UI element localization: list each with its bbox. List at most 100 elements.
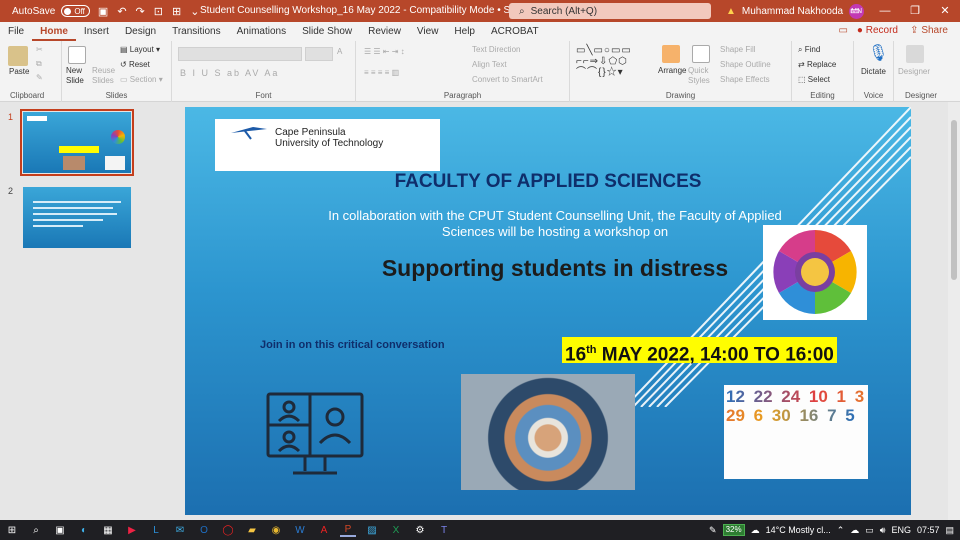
quick-styles-icon[interactable] — [692, 45, 710, 63]
find-button[interactable]: ⌕ Find — [798, 45, 820, 55]
record-button[interactable]: ● Record — [857, 25, 898, 36]
grow-font-icon[interactable]: A — [337, 47, 342, 56]
tab-transitions[interactable]: Transitions — [164, 26, 229, 37]
designer-button[interactable]: Designer — [898, 67, 930, 76]
minimize-icon[interactable]: — — [870, 0, 900, 22]
present-icon[interactable]: ⊡ — [154, 5, 163, 18]
copy-icon[interactable]: ⧉ — [36, 59, 42, 69]
new-slide-icon[interactable] — [68, 46, 86, 64]
text-direction-button[interactable]: Text Direction — [472, 45, 520, 54]
mail-icon[interactable]: ✉ — [172, 523, 188, 537]
media-icon[interactable]: ▶ — [124, 523, 140, 537]
volume-icon[interactable]: 🔊︎ — [880, 525, 886, 536]
designer-icon[interactable] — [906, 45, 924, 63]
section-button[interactable]: ▭ Section ▾ — [120, 75, 163, 84]
cut-icon[interactable]: ✂ — [36, 45, 43, 54]
ribbon-display-icon[interactable]: ▭ — [840, 0, 870, 22]
touch-mode-icon[interactable]: ⊞ — [172, 5, 181, 18]
chrome-icon[interactable]: ◉ — [268, 523, 284, 537]
edge-icon[interactable]: ◐ — [76, 523, 92, 537]
store-icon[interactable]: ▦ — [100, 523, 116, 537]
convert-smartart-button[interactable]: Convert to SmartArt — [472, 75, 543, 84]
opera-icon[interactable]: ◯ — [220, 523, 236, 537]
battery-indicator[interactable]: 32% — [722, 524, 745, 536]
powerpoint-icon[interactable]: P — [340, 523, 356, 537]
faculty-heading: FACULTY OF APPLIED SCIENCES — [394, 171, 702, 192]
search-taskbar-icon[interactable]: ⌕ — [28, 523, 44, 537]
weather-text[interactable]: 14°C Mostly cl... — [766, 525, 831, 535]
select-button[interactable]: ⬚ Select — [798, 75, 830, 84]
reset-button[interactable]: ↺ Reset — [120, 60, 150, 69]
notifications-icon[interactable]: ▤ — [945, 525, 954, 536]
file-explorer-icon[interactable]: ▰ — [244, 523, 260, 537]
paste-button[interactable]: Paste — [9, 67, 29, 76]
redo-icon[interactable]: ↷ — [136, 5, 145, 18]
settings-icon[interactable]: ⚙ — [412, 523, 428, 537]
quick-styles-button[interactable]: Quick Styles — [688, 66, 714, 86]
teams-icon[interactable]: T — [436, 523, 452, 537]
autosave-toggle[interactable]: Off — [61, 5, 90, 17]
scrollbar-thumb[interactable] — [951, 120, 957, 280]
layout-button[interactable]: ▤ Layout ▾ — [120, 45, 160, 54]
clock[interactable]: 07:57 — [917, 525, 940, 535]
save-icon[interactable]: ▣ — [98, 5, 108, 18]
tab-design[interactable]: Design — [117, 26, 164, 37]
tab-help[interactable]: Help — [446, 26, 483, 37]
dictate-button[interactable]: Dictate — [861, 67, 886, 76]
font-style-buttons[interactable]: B I U S ab AV Aa — [180, 68, 279, 78]
shapes-gallery[interactable]: ▭╲▭○▭▭ ⌐⌐⇒⇩⬠⬡ ⌒⌒{}☆▾ — [576, 45, 656, 81]
font-size-select[interactable] — [305, 47, 333, 61]
vertical-scrollbar[interactable] — [948, 102, 960, 520]
microphone-icon[interactable]: 🎙︎ — [868, 43, 888, 63]
acrobat-icon[interactable]: A — [316, 523, 332, 537]
comments-icon[interactable]: ▭ — [839, 25, 848, 36]
tab-animations[interactable]: Animations — [229, 26, 294, 37]
autosave-control[interactable]: AutoSave Off — [12, 5, 90, 17]
alignment-icons[interactable]: ≡ ≡ ≡ ≡ ▥ — [364, 68, 399, 77]
font-label: Font — [255, 91, 272, 100]
shape-fill-button[interactable]: Shape Fill — [720, 45, 756, 54]
slide-canvas[interactable]: Cape Peninsula University of Technology … — [185, 107, 911, 515]
tab-view[interactable]: View — [409, 26, 447, 37]
tab-file[interactable]: File — [0, 26, 32, 37]
language-indicator[interactable]: ENG — [891, 525, 911, 535]
chevron-up-icon[interactable]: ⌃ — [837, 525, 845, 536]
pen-icon[interactable]: ✎ — [709, 525, 717, 536]
bullets-icon[interactable]: ☰ ☰ ⇤ ⇥ ↕ — [364, 47, 405, 56]
shape-outline-button[interactable]: Shape Outline — [720, 60, 771, 69]
tab-acrobat[interactable]: ACROBAT — [483, 26, 547, 37]
customize-icon[interactable]: ⌄ — [190, 5, 199, 18]
align-text-button[interactable]: Align Text — [472, 60, 507, 69]
reuse-slides-button[interactable]: Reuse Slides — [92, 66, 115, 86]
photos-icon[interactable]: ▨ — [364, 523, 380, 537]
undo-icon[interactable]: ↶ — [117, 5, 126, 18]
onedrive-icon[interactable]: ☁ — [850, 525, 859, 536]
tab-review[interactable]: Review — [360, 26, 409, 37]
task-view-icon[interactable]: ▣ — [52, 523, 68, 537]
share-button[interactable]: ⇪ Share — [910, 25, 948, 36]
format-painter-icon[interactable]: ✎ — [36, 73, 43, 82]
search-box[interactable]: ⌕ Search (Alt+Q) — [509, 3, 711, 19]
close-icon[interactable]: ✕ — [930, 0, 960, 22]
new-slide-button[interactable]: New Slide — [66, 66, 90, 86]
arrange-button[interactable]: Arrange — [658, 66, 686, 75]
font-group: A B I U S ab AV Aa Font — [172, 41, 356, 102]
tab-insert[interactable]: Insert — [76, 26, 117, 37]
slide-thumbnail-2[interactable] — [23, 187, 131, 248]
arrange-icon[interactable] — [662, 45, 680, 63]
title-bar: AutoSave Off ▣ ↶ ↷ ⊡ ⊞ ⌄ Student Counsel… — [0, 0, 960, 22]
excel-icon[interactable]: X — [388, 523, 404, 537]
lync-icon[interactable]: L — [148, 523, 164, 537]
slide-thumbnail-1[interactable] — [20, 109, 134, 176]
word-icon[interactable]: W — [292, 523, 308, 537]
shape-effects-button[interactable]: Shape Effects — [720, 75, 770, 84]
font-name-select[interactable] — [178, 47, 302, 61]
paste-icon[interactable] — [8, 46, 28, 66]
windows-start-icon[interactable]: ⊞ — [4, 523, 20, 537]
tab-slide-show[interactable]: Slide Show — [294, 26, 360, 37]
replace-button[interactable]: ⇄ Replace — [798, 60, 836, 69]
outlook-icon[interactable]: O — [196, 523, 212, 537]
restore-icon[interactable]: ❐ — [900, 0, 930, 22]
network-icon[interactable]: ▭ — [865, 525, 874, 536]
tab-home[interactable]: Home — [32, 22, 76, 41]
